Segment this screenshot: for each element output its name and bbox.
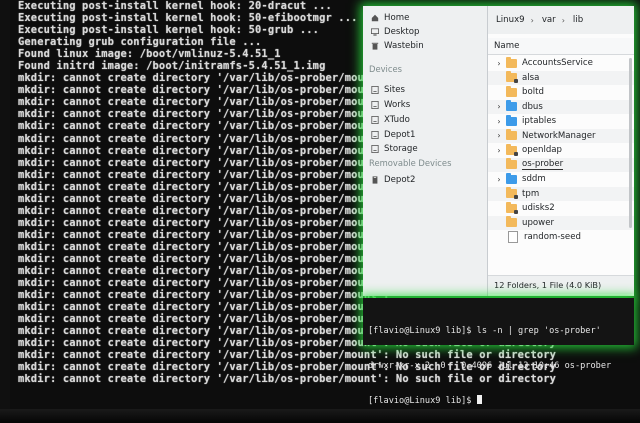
place-label: Depot2 xyxy=(384,175,416,185)
terminal-window[interactable]: [flavio@Linux9 lib]$ ls -n | grep 'os-pr… xyxy=(363,298,634,406)
folder-icon xyxy=(506,216,517,228)
breadcrumb: Linux9 › var › lib xyxy=(488,6,634,34)
terminal-prompt-text: [flavio@Linux9 lib]$ xyxy=(368,396,477,406)
folder-icon xyxy=(506,129,517,141)
file-name: NetworkManager xyxy=(522,130,596,141)
folder-blue-icon xyxy=(506,114,517,126)
place-label: Storage xyxy=(384,144,418,154)
folder-icon xyxy=(506,56,517,68)
file-icon xyxy=(508,231,518,244)
file-name: tpm xyxy=(522,188,540,199)
terminal-line: drwxr-xr-x 2 0 0 4096 Jul 13 10:46 os-pr… xyxy=(368,360,612,371)
file-name: alsa xyxy=(522,72,540,83)
file-name: openldap xyxy=(522,145,563,156)
place-label: Home xyxy=(384,13,410,23)
place-home[interactable]: Home xyxy=(363,11,487,25)
file-row[interactable]: random-seed xyxy=(488,230,634,245)
places-panel: Home Desktop Wastebin Devices Sites Work… xyxy=(363,6,487,296)
column-header-name[interactable]: Name xyxy=(488,38,634,55)
folder-view: Linux9 › var › lib Name › AccountsService… xyxy=(488,6,634,296)
terminal-prompt[interactable]: [flavio@Linux9 lib]$ xyxy=(368,395,634,407)
file-name: os-prober xyxy=(522,159,564,171)
file-name: boltd xyxy=(522,87,544,98)
file-name: random-seed xyxy=(524,232,581,243)
breadcrumb-item-var[interactable]: var xyxy=(542,15,556,25)
file-manager-window: Home Desktop Wastebin Devices Sites Work… xyxy=(363,6,634,296)
file-name: upower xyxy=(522,217,555,228)
usb-drive-icon xyxy=(372,176,378,184)
status-text: 12 Folders, 1 File (4.0 KiB) xyxy=(494,280,602,290)
file-row[interactable]: › openldap xyxy=(488,143,634,158)
place-label: Sites xyxy=(384,85,405,95)
home-icon xyxy=(371,14,379,22)
file-name: sddm xyxy=(522,174,546,185)
file-row[interactable]: › AccountsService xyxy=(488,56,634,71)
folder-locked-icon xyxy=(506,201,518,214)
desktop-icon xyxy=(371,28,379,36)
file-row[interactable]: alsa xyxy=(488,70,634,85)
breadcrumb-item-linux9[interactable]: Linux9 xyxy=(496,15,525,25)
place-label: Depot1 xyxy=(384,130,416,140)
folder-locked-icon xyxy=(506,143,518,156)
folder-icon xyxy=(506,158,517,170)
place-label: Desktop xyxy=(384,27,420,37)
chevron-right-icon: › xyxy=(561,15,565,25)
place-label: Works xyxy=(384,100,411,110)
place-works[interactable]: Works xyxy=(363,98,487,112)
file-name: dbus xyxy=(522,101,543,112)
drive-icon xyxy=(371,145,379,153)
file-row[interactable]: udisks2 xyxy=(488,201,634,216)
folder-blue-icon xyxy=(506,100,517,112)
place-storage[interactable]: Storage xyxy=(363,142,487,156)
folder-icon xyxy=(506,85,517,97)
file-row[interactable]: os-prober xyxy=(488,157,634,172)
terminal-line: [flavio@Linux9 lib]$ ls -n | grep 'os-pr… xyxy=(368,326,601,336)
place-label: XTudo xyxy=(384,115,410,125)
scrollbar[interactable] xyxy=(629,58,632,228)
drive-icon xyxy=(371,86,379,94)
file-row[interactable]: › NetworkManager xyxy=(488,128,634,143)
folder-locked-icon xyxy=(506,71,518,84)
removable-devices-heading: Removable Devices xyxy=(369,158,452,168)
place-depot1[interactable]: Depot1 xyxy=(363,128,487,142)
file-name: AccountsService xyxy=(522,58,593,69)
drive-icon xyxy=(371,101,379,109)
trash-icon xyxy=(371,42,379,50)
chevron-right-icon[interactable]: › xyxy=(494,117,504,126)
file-name: iptables xyxy=(522,116,557,127)
chevron-right-icon[interactable]: › xyxy=(494,146,504,155)
chevron-right-icon[interactable]: › xyxy=(494,131,504,140)
file-row[interactable]: › iptables xyxy=(488,114,634,129)
file-row[interactable]: upower xyxy=(488,215,634,230)
file-row[interactable]: boltd xyxy=(488,85,634,100)
text-cursor xyxy=(476,395,482,404)
breadcrumb-item-lib[interactable]: lib xyxy=(573,15,583,25)
drive-icon xyxy=(371,116,379,124)
file-row[interactable]: › sddm xyxy=(488,172,634,187)
place-wastebin[interactable]: Wastebin xyxy=(363,39,487,53)
file-name: udisks2 xyxy=(522,203,555,214)
chevron-right-icon[interactable]: › xyxy=(494,59,504,68)
chevron-right-icon[interactable]: › xyxy=(494,102,504,111)
drive-icon xyxy=(371,131,379,139)
place-sites[interactable]: Sites xyxy=(363,83,487,97)
devices-heading: Devices xyxy=(369,64,403,74)
file-row[interactable]: tpm xyxy=(488,186,634,201)
place-xtudo[interactable]: XTudo xyxy=(363,113,487,127)
column-header-label: Name xyxy=(494,41,520,51)
chevron-right-icon[interactable]: › xyxy=(494,175,504,184)
status-bar: 12 Folders, 1 File (4.0 KiB) xyxy=(488,275,634,294)
folder-locked-icon xyxy=(506,187,518,200)
place-depot2[interactable]: Depot2 xyxy=(363,173,487,187)
place-desktop[interactable]: Desktop xyxy=(363,25,487,39)
place-label: Wastebin xyxy=(384,41,424,51)
folder-blue-icon xyxy=(506,172,517,184)
file-row[interactable]: › dbus xyxy=(488,99,634,114)
chevron-right-icon: › xyxy=(530,15,534,25)
monitor-bezel-left xyxy=(0,0,10,423)
